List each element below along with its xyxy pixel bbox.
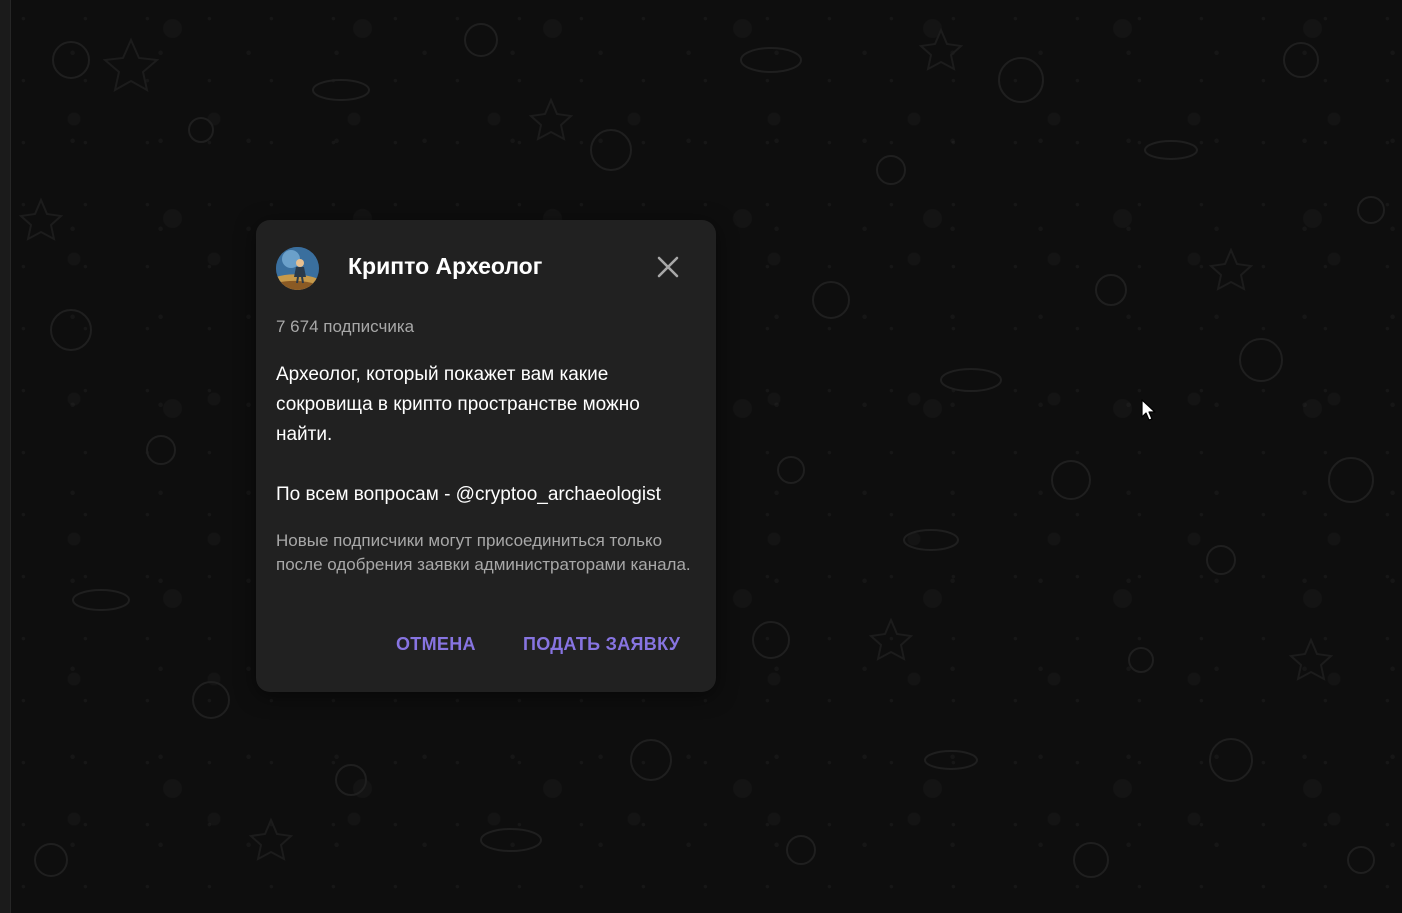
avatar-image-icon [276, 247, 319, 290]
channel-description: Археолог, который покажет вам какие сокр… [276, 364, 640, 445]
approval-note: Новые подписчики могут присоединиться то… [276, 531, 691, 574]
close-icon [657, 256, 679, 278]
channel-title: Крипто Археолог [348, 253, 543, 279]
subscribers-count: 7 674 подписчика [276, 317, 415, 336]
channel-contact: По всем вопросам - @cryptoo_archaeologis… [276, 484, 661, 505]
submit-request-button[interactable]: ПОДАТЬ ЗАЯВКУ [523, 634, 680, 655]
join-channel-dialog: Крипто Археолог 7 674 подписчика Археоло… [256, 220, 716, 692]
left-panel-edge [0, 0, 11, 913]
channel-avatar[interactable] [276, 247, 319, 290]
close-button[interactable] [654, 253, 682, 281]
mouse-cursor-icon [1141, 399, 1156, 421]
cancel-button[interactable]: ОТМЕНА [396, 634, 476, 655]
